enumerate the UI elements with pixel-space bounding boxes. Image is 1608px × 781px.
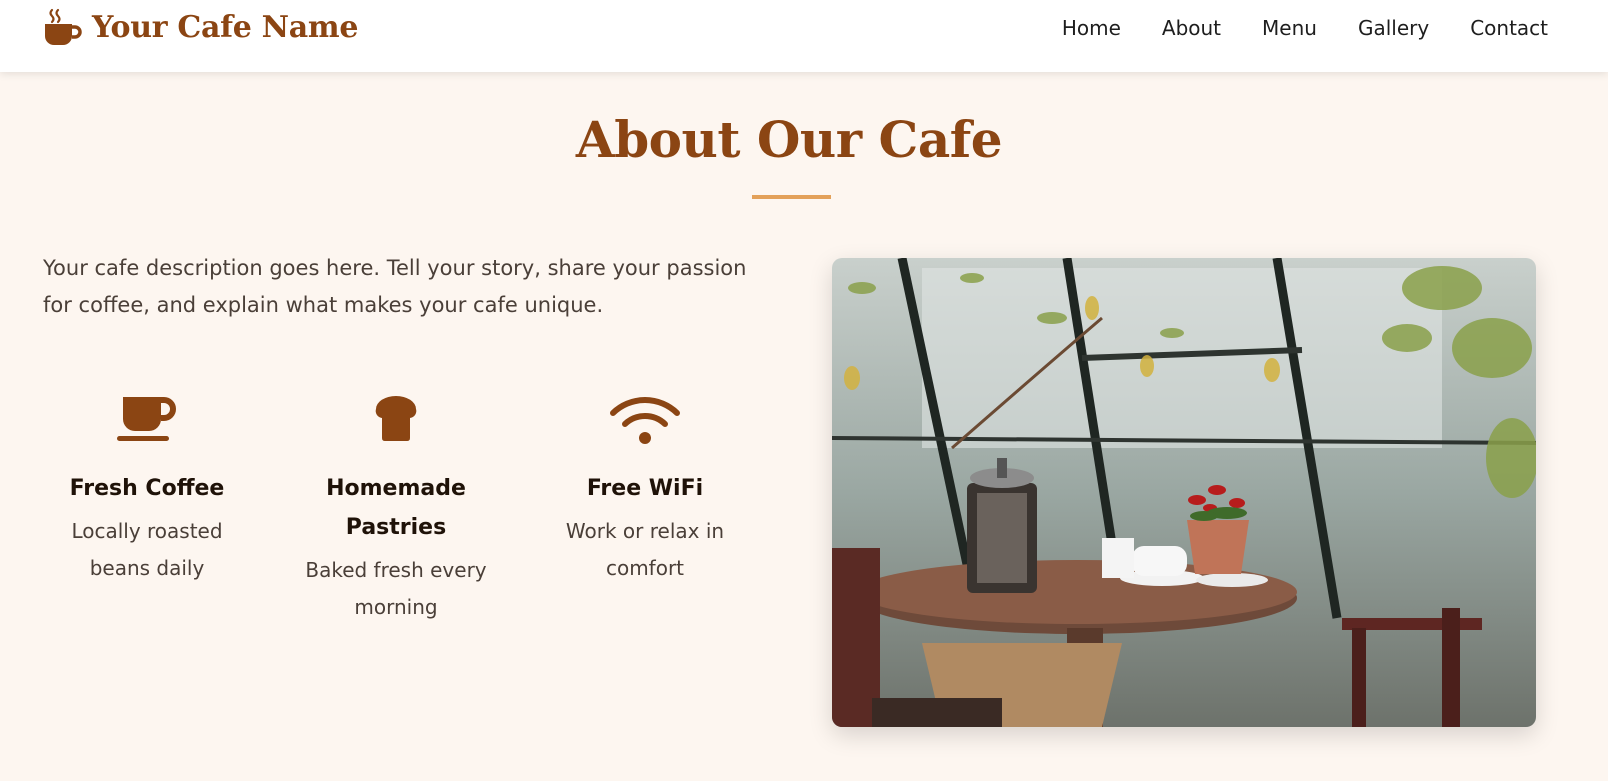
feature-title: Homemade Pastries [326,476,466,540]
feature-text: Locally roasted beans daily [71,519,223,580]
cafe-description: Your cafe description goes here. Tell yo… [43,256,747,317]
feature-card: Homemade Pastries Baked fresh every morn… [296,393,496,626]
brand-name: Your Cafe Name [92,9,359,45]
site-header: Your Cafe Name Home About Menu Gallery C… [0,0,1608,72]
nav-link-contact[interactable]: Contact [1470,15,1548,41]
main-nav: Home About Menu Gallery Contact [1021,15,1548,41]
nav-link-about[interactable]: About [1162,15,1221,41]
feature-card: Fresh Coffee Locally roasted beans daily [47,393,247,587]
feature-title: Free WiFi [586,476,704,501]
nav-link-home[interactable]: Home [1062,15,1121,41]
nav-link-menu[interactable]: Menu [1262,15,1317,41]
feature-card: Free WiFi Work or relax in comfort [545,393,745,587]
feature-text: Work or relax in comfort [565,519,725,580]
brand-logo[interactable]: Your Cafe Name [43,7,358,47]
title-underline [752,195,831,199]
bread-icon [375,396,417,441]
section-title: About Our Cafe [575,110,1003,169]
feature-text: Baked fresh every morning [305,558,487,619]
coffee-cup-icon [45,8,82,45]
feature-title: Fresh Coffee [69,476,225,501]
wifi-icon [610,397,680,444]
nav-link-gallery[interactable]: Gallery [1358,15,1429,41]
cafe-interior-photo [832,258,1536,727]
coffee-cup-icon [117,397,176,441]
cafe-photo-illustration [832,258,1536,727]
